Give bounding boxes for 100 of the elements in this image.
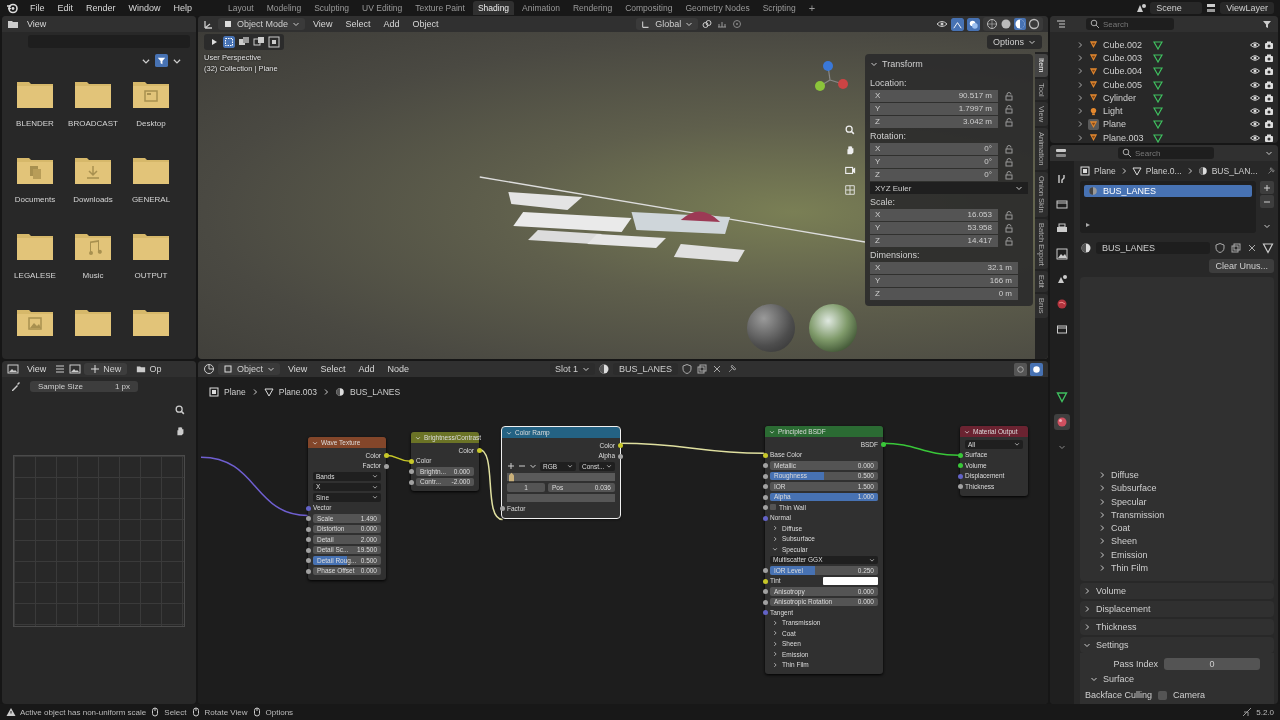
search-field[interactable]: Search — [1135, 148, 1195, 158]
layers-icon[interactable] — [1205, 2, 1218, 14]
material-shading-icon[interactable] — [1014, 18, 1026, 30]
menu-item[interactable]: View — [308, 18, 338, 30]
object-name[interactable]: Plane.003 — [1103, 132, 1147, 143]
menu-item[interactable]: Render — [81, 2, 121, 14]
lock-icon[interactable] — [1004, 90, 1014, 101]
panel-header[interactable]: Thickness — [1080, 618, 1274, 635]
search-field[interactable]: Search — [1086, 18, 1174, 30]
object-name[interactable]: Cube.003 — [1103, 52, 1147, 63]
mesh-data-icon[interactable] — [1153, 119, 1163, 130]
duplicate-icon[interactable] — [695, 363, 708, 375]
eye-icon[interactable] — [1250, 92, 1260, 103]
material-name-field[interactable]: BUS_LANES — [612, 363, 678, 375]
eye-icon[interactable] — [1250, 79, 1260, 90]
add-workspace-button[interactable]: + — [803, 0, 821, 16]
socket-icon[interactable] — [305, 537, 311, 542]
eye-icon[interactable] — [1250, 106, 1260, 117]
filter-icon[interactable] — [155, 54, 168, 67]
subpanel-toggle[interactable]: Sheen — [1086, 534, 1268, 549]
mesh-data-icon[interactable] — [1153, 92, 1163, 103]
folder-item[interactable]: BROADCAST — [64, 80, 122, 146]
sample-size-field[interactable]: Sample Size 1 px — [30, 380, 138, 392]
hand-icon[interactable] — [174, 425, 186, 437]
object-type-icon[interactable] — [1088, 65, 1099, 77]
node-card[interactable] — [765, 426, 883, 674]
orientation-dropdown[interactable]: Global — [636, 18, 699, 30]
socket-icon[interactable] — [305, 547, 311, 553]
socket-icon[interactable] — [499, 506, 505, 511]
lock-icon[interactable] — [1004, 235, 1014, 246]
scene-name[interactable]: Scene — [1150, 2, 1203, 14]
color-ramp-bar[interactable] — [507, 472, 615, 481]
panel-header[interactable]: Displacement — [1080, 600, 1274, 617]
object-type-icon[interactable] — [1088, 92, 1099, 104]
object-type-icon[interactable] — [1088, 39, 1099, 51]
camera-icon[interactable] — [1264, 119, 1274, 130]
socket-icon[interactable] — [476, 448, 482, 453]
solid-shading-icon[interactable] — [1000, 18, 1012, 30]
workspace-tab[interactable]: Compositing — [620, 1, 678, 15]
select-intersect-icon[interactable] — [268, 36, 280, 48]
number-field[interactable]: Z 3.042 m — [870, 115, 998, 128]
camera-icon[interactable] — [1264, 106, 1274, 117]
hand-icon[interactable] — [844, 144, 856, 156]
properties-icon[interactable] — [1055, 147, 1067, 159]
menu-item[interactable]: Add — [353, 363, 380, 375]
mesh-data-icon[interactable] — [1054, 389, 1070, 405]
subpanel-toggle[interactable]: Coat — [1086, 521, 1268, 535]
socket-icon[interactable] — [880, 442, 886, 447]
object-type-icon[interactable] — [1088, 79, 1099, 91]
lock-icon[interactable] — [1004, 103, 1014, 114]
subpanel-toggle[interactable]: Diffuse — [1086, 468, 1268, 482]
image-icon[interactable] — [1054, 246, 1070, 262]
mesh-data-icon[interactable] — [1153, 39, 1163, 50]
folder-item[interactable]: BLENDER — [6, 80, 64, 146]
object-name[interactable]: Cylinder — [1103, 92, 1147, 103]
folder-item[interactable]: OUTPUT — [122, 232, 180, 298]
breadcrumb-item[interactable]: Plane — [224, 387, 246, 397]
select-subtract-icon[interactable] — [253, 36, 265, 48]
workspace-tab[interactable]: UV Editing — [357, 1, 408, 15]
subpanel-toggle[interactable]: Subsurface — [1086, 481, 1268, 495]
socket-icon[interactable] — [762, 578, 768, 584]
socket-icon[interactable] — [617, 453, 623, 459]
chevron-icon[interactable] — [415, 434, 421, 441]
chevron-icon[interactable] — [769, 428, 775, 435]
socket-icon[interactable] — [383, 453, 389, 458]
view-layer-name[interactable]: ViewLayer — [1220, 2, 1274, 14]
image-icon[interactable] — [69, 363, 82, 375]
stop-marker-icon[interactable] — [509, 471, 514, 482]
close-icon[interactable] — [1246, 242, 1258, 254]
folder-item[interactable]: Music — [64, 232, 122, 298]
scene-icon[interactable] — [1135, 2, 1148, 14]
number-field[interactable]: X 16.053 — [870, 208, 998, 221]
duplicate-icon[interactable] — [1230, 242, 1242, 254]
eye-icon[interactable] — [1250, 66, 1260, 77]
socket-icon[interactable] — [305, 516, 311, 521]
socket-icon[interactable] — [762, 505, 768, 510]
number-field[interactable]: X 90.517 m — [870, 89, 998, 102]
menu-item[interactable]: View — [22, 363, 52, 375]
workspace-tab[interactable]: Modeling — [261, 1, 307, 15]
socket-icon[interactable] — [762, 494, 768, 500]
menu-item[interactable]: Edit — [52, 2, 79, 14]
socket-icon[interactable] — [762, 589, 768, 594]
lock-icon[interactable] — [1004, 169, 1014, 180]
number-field[interactable]: X 0° — [870, 142, 998, 155]
color-swatch[interactable] — [823, 576, 878, 585]
material-icon[interactable] — [597, 363, 610, 375]
object-type-icon[interactable] — [1088, 132, 1099, 143]
color-swatch[interactable] — [507, 493, 615, 502]
object-name[interactable]: Light — [1103, 106, 1147, 117]
search-field[interactable]: Search — [1118, 147, 1214, 159]
camera-icon[interactable] — [1264, 92, 1274, 103]
remove-slot-button[interactable] — [1260, 195, 1274, 208]
slot-dropdown[interactable]: Slot 1 — [549, 363, 595, 375]
folder-item[interactable]: Documents — [6, 156, 64, 222]
overlay-icon[interactable] — [967, 17, 980, 31]
shield-icon[interactable] — [680, 363, 693, 375]
menu-item[interactable]: Add — [378, 18, 405, 30]
eye-icon[interactable] — [1250, 39, 1260, 50]
number-field[interactable]: Z 0° — [870, 168, 998, 181]
number-field[interactable]: Z 0 m — [870, 287, 1018, 300]
